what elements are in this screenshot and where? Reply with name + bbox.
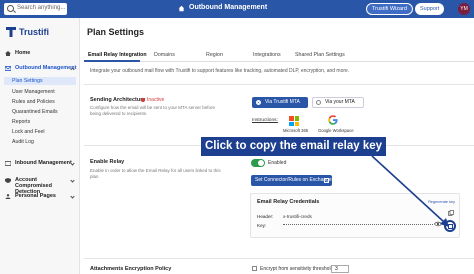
person-icon	[5, 194, 11, 199]
tab-email-relay[interactable]: Email Relay Integration	[88, 52, 147, 58]
copy-key-button[interactable]	[444, 220, 456, 232]
inbound-icon	[5, 161, 11, 166]
sidebar: Trustifi Home Outbound Management Plan S…	[0, 18, 80, 274]
top-bar-title: Outbound Management	[189, 4, 268, 11]
chevron-down-icon	[70, 194, 75, 199]
status-dot-icon	[141, 97, 145, 102]
microsoft-icon[interactable]	[289, 116, 299, 126]
radio-unselected-icon	[316, 100, 321, 105]
copy-icon	[448, 224, 453, 229]
sidebar-item-home[interactable]: Home	[4, 48, 78, 59]
regenerate-key-link[interactable]: Regenerate key	[428, 200, 455, 204]
divider	[84, 84, 474, 85]
sidebar-item-label: Inbound Management	[15, 160, 72, 166]
sidebar-item-outbound[interactable]: Outbound Management	[4, 63, 78, 74]
google-icon[interactable]	[328, 115, 338, 125]
tab-shared-plan-settings[interactable]: Shared Plan Settings	[295, 52, 345, 58]
attachments-policy-label: Attachments Encryption Policy	[90, 266, 172, 272]
checkbox-icon[interactable]	[252, 266, 257, 272]
tab-domains[interactable]: Domains	[154, 52, 175, 58]
active-tab-indicator	[84, 60, 140, 62]
home-icon	[5, 51, 11, 56]
masked-key-value	[283, 224, 433, 226]
radio-label: Via Trustifi MTA	[265, 99, 300, 105]
tab-bar: Email Relay Integration Domains Region I…	[84, 50, 474, 62]
shield-icon	[5, 178, 11, 183]
credentials-panel: Email Relay Credentials Regenerate key H…	[250, 193, 460, 238]
status-text: Inactive	[147, 97, 165, 103]
credentials-title: Email Relay Credentials	[257, 199, 320, 205]
eye-icon[interactable]	[434, 221, 442, 227]
home-icon	[178, 5, 185, 12]
relay-toggle[interactable]	[251, 159, 265, 167]
intro-text: Integrate your outbound mail flow with T…	[90, 68, 350, 74]
toggle-label: Enabled	[268, 160, 287, 166]
sidebar-subitem-reports[interactable]: Reports	[12, 118, 76, 126]
logo: Trustifi	[6, 27, 76, 39]
search-placeholder: Search anything...	[17, 5, 66, 11]
support-button[interactable]: Support	[415, 3, 445, 15]
callout-banner: Click to copy the email relay key	[201, 137, 386, 156]
top-bar: Search anything... Outbound Management T…	[0, 0, 474, 18]
logo-text: Trustifi	[19, 27, 50, 37]
sidebar-subitem-plan-settings[interactable]: Plan Settings	[4, 77, 76, 85]
sidebar-item-account-compromised[interactable]: Account Compromised Detection	[4, 175, 78, 195]
sidebar-subitem-audit-log[interactable]: Audit Log	[12, 138, 76, 146]
chevron-down-icon	[70, 178, 75, 183]
sidebar-subitem-lock-feel[interactable]: Lock and Feel	[12, 128, 76, 136]
avatar[interactable]: YM	[458, 3, 470, 15]
key-label: Key:	[257, 223, 267, 228]
microsoft-caption: Microsoft 365	[283, 128, 309, 133]
divider	[84, 258, 474, 259]
header-label: Header:	[257, 214, 274, 219]
trustifi-logo-icon	[6, 27, 16, 37]
set-connector-button[interactable]: Set Connector/Rules on Exchange	[251, 175, 332, 186]
enable-relay-label: Enable Relay	[90, 159, 125, 165]
sidebar-item-inbound[interactable]: Inbound Management	[4, 158, 78, 169]
button-label: Set Connector/Rules on Exchange	[255, 177, 332, 183]
page-title: Plan Settings	[87, 27, 145, 37]
enable-relay-description: Enable in order to allow the Email Relay…	[90, 168, 221, 179]
status-badge: Inactive	[141, 97, 164, 103]
radio-selected-icon	[256, 100, 261, 105]
radio-via-your-mta[interactable]: Via your MTA	[312, 97, 364, 108]
encrypt-threshold-option[interactable]: Encrypt from sensitivity threshold	[252, 266, 333, 272]
tab-region[interactable]: Region	[206, 52, 223, 58]
radio-label: Via your MTA	[325, 99, 355, 105]
header-value: x-trustifi-creds	[283, 214, 312, 219]
sidebar-subitem-user-management[interactable]: User Management	[12, 88, 76, 96]
radio-via-trustifi-mta[interactable]: Via Trustifi MTA	[252, 97, 308, 108]
option-label: Encrypt from sensitivity threshold	[260, 266, 334, 272]
copy-header-icon[interactable]	[448, 210, 454, 216]
outbound-icon	[5, 66, 11, 71]
search-icon	[7, 5, 14, 12]
tab-integrations[interactable]: Integrations	[253, 52, 281, 58]
sidebar-item-label: Outbound Management	[15, 65, 77, 71]
instructions-label: Instructions:	[252, 118, 278, 123]
threshold-input[interactable]: 3	[331, 265, 349, 273]
external-link-icon	[324, 178, 329, 183]
sending-architecture-label: Sending Architecture	[90, 97, 146, 103]
google-caption: Google Workspace	[318, 128, 354, 133]
sending-architecture-description: Configure how the email will be sent to …	[90, 105, 215, 116]
sidebar-item-personal-pages[interactable]: Personal Pages	[4, 191, 78, 202]
sidebar-item-label: Personal Pages	[15, 193, 56, 199]
sidebar-subitem-rules-policies[interactable]: Rules and Policies	[12, 98, 76, 106]
chevron-down-icon	[70, 161, 75, 166]
sidebar-item-label: Home	[15, 50, 31, 56]
search-input[interactable]: Search anything...	[4, 3, 67, 15]
wizard-button[interactable]: Trustifi Wizard	[366, 3, 413, 15]
sidebar-subitem-quarantined[interactable]: Quarantined Emails	[12, 108, 76, 116]
